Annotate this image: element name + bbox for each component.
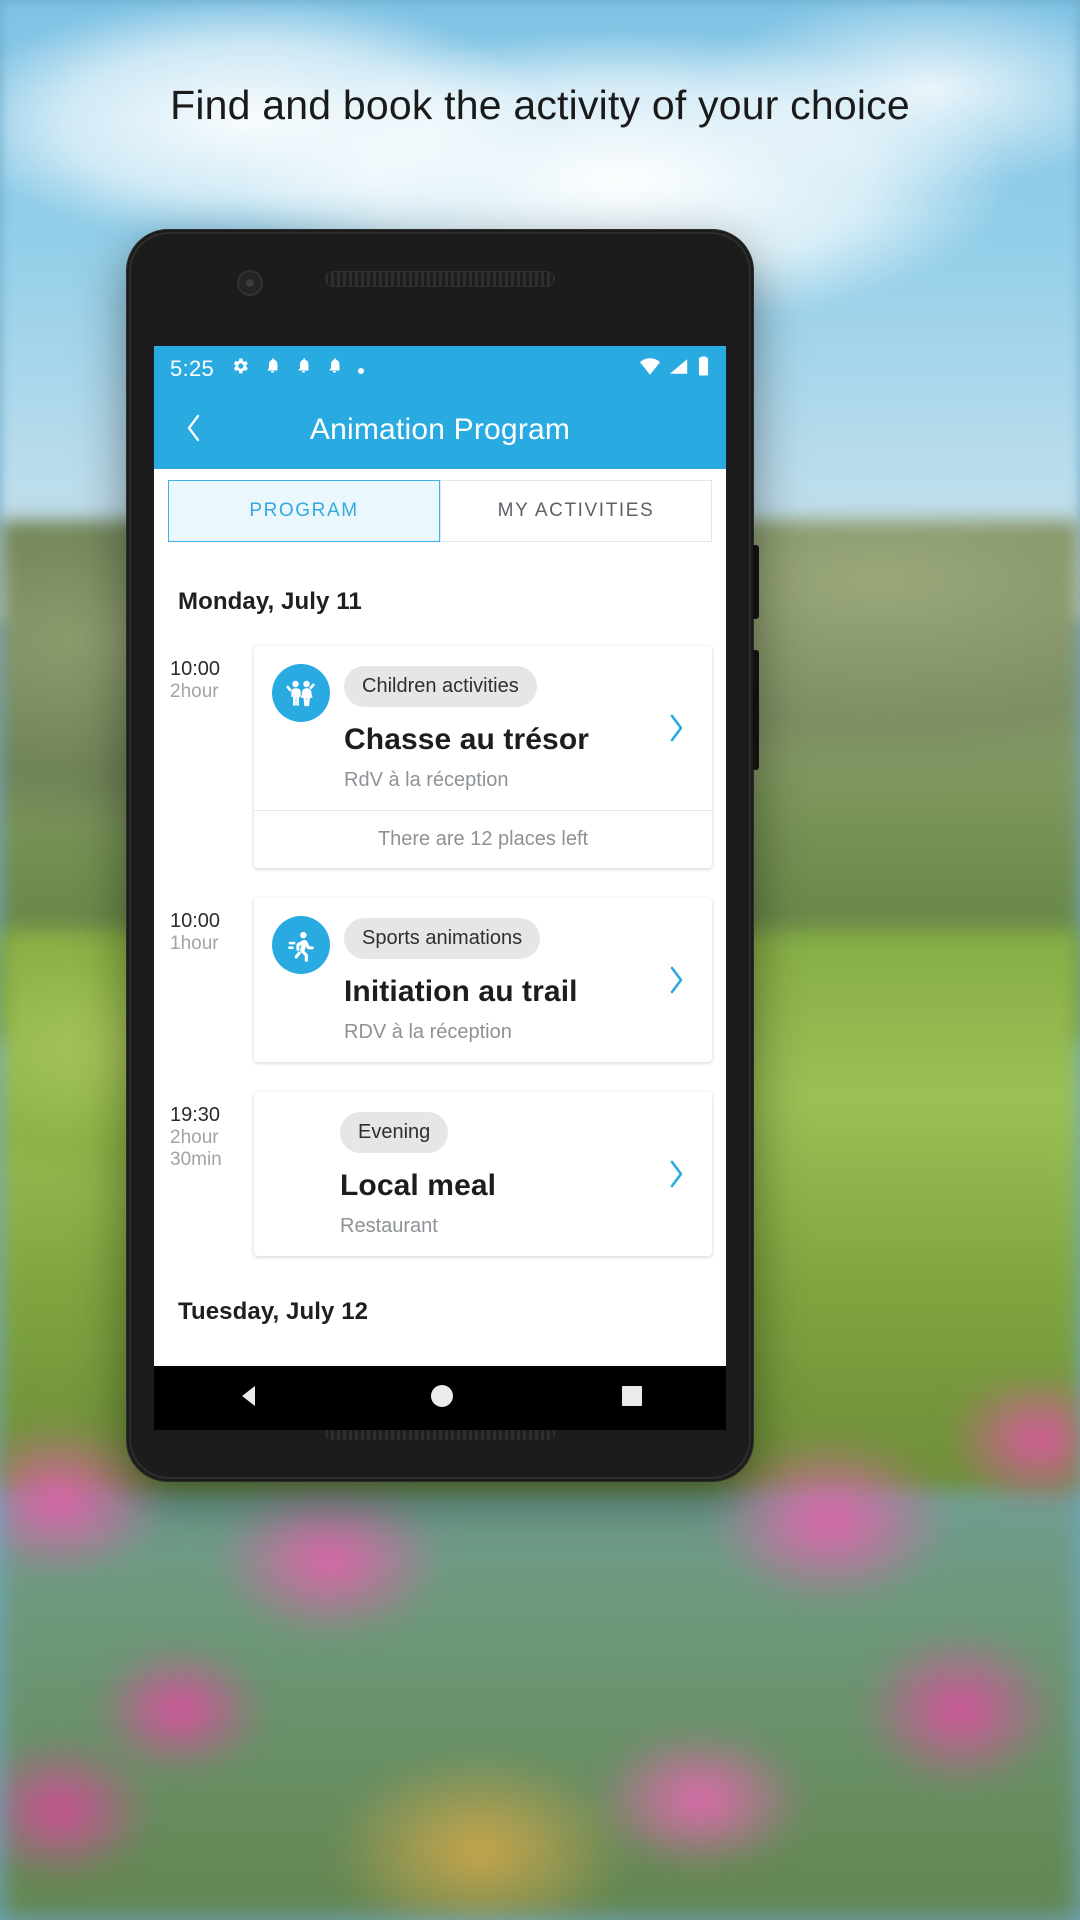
- activity-start-time: 19:30: [170, 1104, 221, 1126]
- activity-card[interactable]: Evening Local meal Restaurant: [254, 1092, 712, 1256]
- chevron-right-icon[interactable]: [654, 714, 698, 742]
- activity-card[interactable]: Children activities Chasse au trésor RdV…: [254, 646, 712, 868]
- power-button[interactable]: [753, 650, 759, 770]
- activity-card[interactable]: Sports animations Initiation au trail RD…: [254, 898, 712, 1062]
- day-header-monday: Monday, July 11: [178, 588, 362, 615]
- phone-mockup: 5:25 Animation Program PROGRAM MY ACTIVI…: [126, 229, 759, 1482]
- activity-category-chip: Evening: [340, 1112, 449, 1153]
- app-bar: Animation Program: [154, 391, 726, 469]
- program-list: Monday, July 11 10:00 2hour Children act…: [154, 542, 726, 1336]
- activity-title: Chasse au trésor: [344, 723, 590, 756]
- status-bar: 5:25: [154, 346, 726, 391]
- circle-home-icon[interactable]: [429, 1383, 455, 1414]
- chevron-right-icon[interactable]: [654, 966, 698, 994]
- chevron-left-icon: [186, 414, 202, 447]
- activity-category-chip: Sports animations: [344, 918, 541, 959]
- running-icon: [272, 916, 330, 974]
- day-header-tuesday: Tuesday, July 12: [178, 1298, 369, 1325]
- activity-location: RDV à la réception: [344, 1021, 512, 1043]
- activity-time-block: 19:30 2hour 30min: [168, 1092, 254, 1256]
- activity-title: Local meal: [340, 1169, 497, 1202]
- activity-start-time: 10:00: [170, 658, 221, 680]
- bell-icon: [295, 356, 312, 381]
- activity-row: 19:30 2hour 30min Evening Local meal Res…: [154, 1092, 726, 1256]
- earpiece-speaker: [325, 271, 555, 287]
- tab-my-activities[interactable]: MY ACTIVITIES: [440, 480, 712, 542]
- activity-time-block: 10:00 1hour: [168, 898, 254, 1062]
- activity-start-time: 10:00: [170, 910, 221, 932]
- children-icon: [272, 664, 330, 722]
- bell-icon: [326, 356, 343, 381]
- activity-row: 10:00 2hour Children activities Chasse a…: [154, 646, 726, 868]
- activity-location: Restaurant: [340, 1215, 438, 1237]
- activity-category-chip: Children activities: [344, 666, 537, 707]
- activity-time-block: 10:00 2hour: [168, 646, 254, 868]
- back-button[interactable]: [162, 398, 226, 462]
- activity-duration: 2hour: [170, 681, 219, 702]
- activity-location: RdV à la réception: [344, 769, 509, 791]
- android-nav-bar: [154, 1366, 726, 1430]
- activity-duration: 1hour: [170, 933, 219, 954]
- chevron-right-icon[interactable]: [654, 1160, 698, 1188]
- activity-places-left: There are 12 places left: [254, 810, 712, 868]
- status-bar-clock: 5:25: [170, 355, 215, 381]
- front-camera-icon: [237, 270, 263, 296]
- tab-program[interactable]: PROGRAM: [168, 480, 440, 542]
- tab-bar: PROGRAM MY ACTIVITIES: [154, 480, 726, 542]
- triangle-back-icon[interactable]: [237, 1383, 263, 1414]
- bell-icon: [264, 356, 281, 381]
- volume-button[interactable]: [753, 545, 759, 619]
- activity-title: Initiation au trail: [344, 975, 578, 1008]
- square-recents-icon[interactable]: [621, 1385, 643, 1412]
- activity-duration: 2hour 30min: [170, 1127, 222, 1170]
- gear-icon: [230, 356, 250, 382]
- phone-screen: 5:25 Animation Program PROGRAM MY ACTIVI…: [154, 346, 726, 1366]
- activity-row: 10:00 1hour Sports animations Initiation…: [154, 898, 726, 1062]
- dot-icon: [357, 357, 365, 381]
- page-title: Animation Program: [309, 413, 571, 446]
- wifi-icon: [639, 357, 661, 381]
- page-headline: Find and book the activity of your choic…: [170, 82, 910, 128]
- signal-icon: [669, 357, 689, 381]
- battery-icon: [697, 356, 710, 382]
